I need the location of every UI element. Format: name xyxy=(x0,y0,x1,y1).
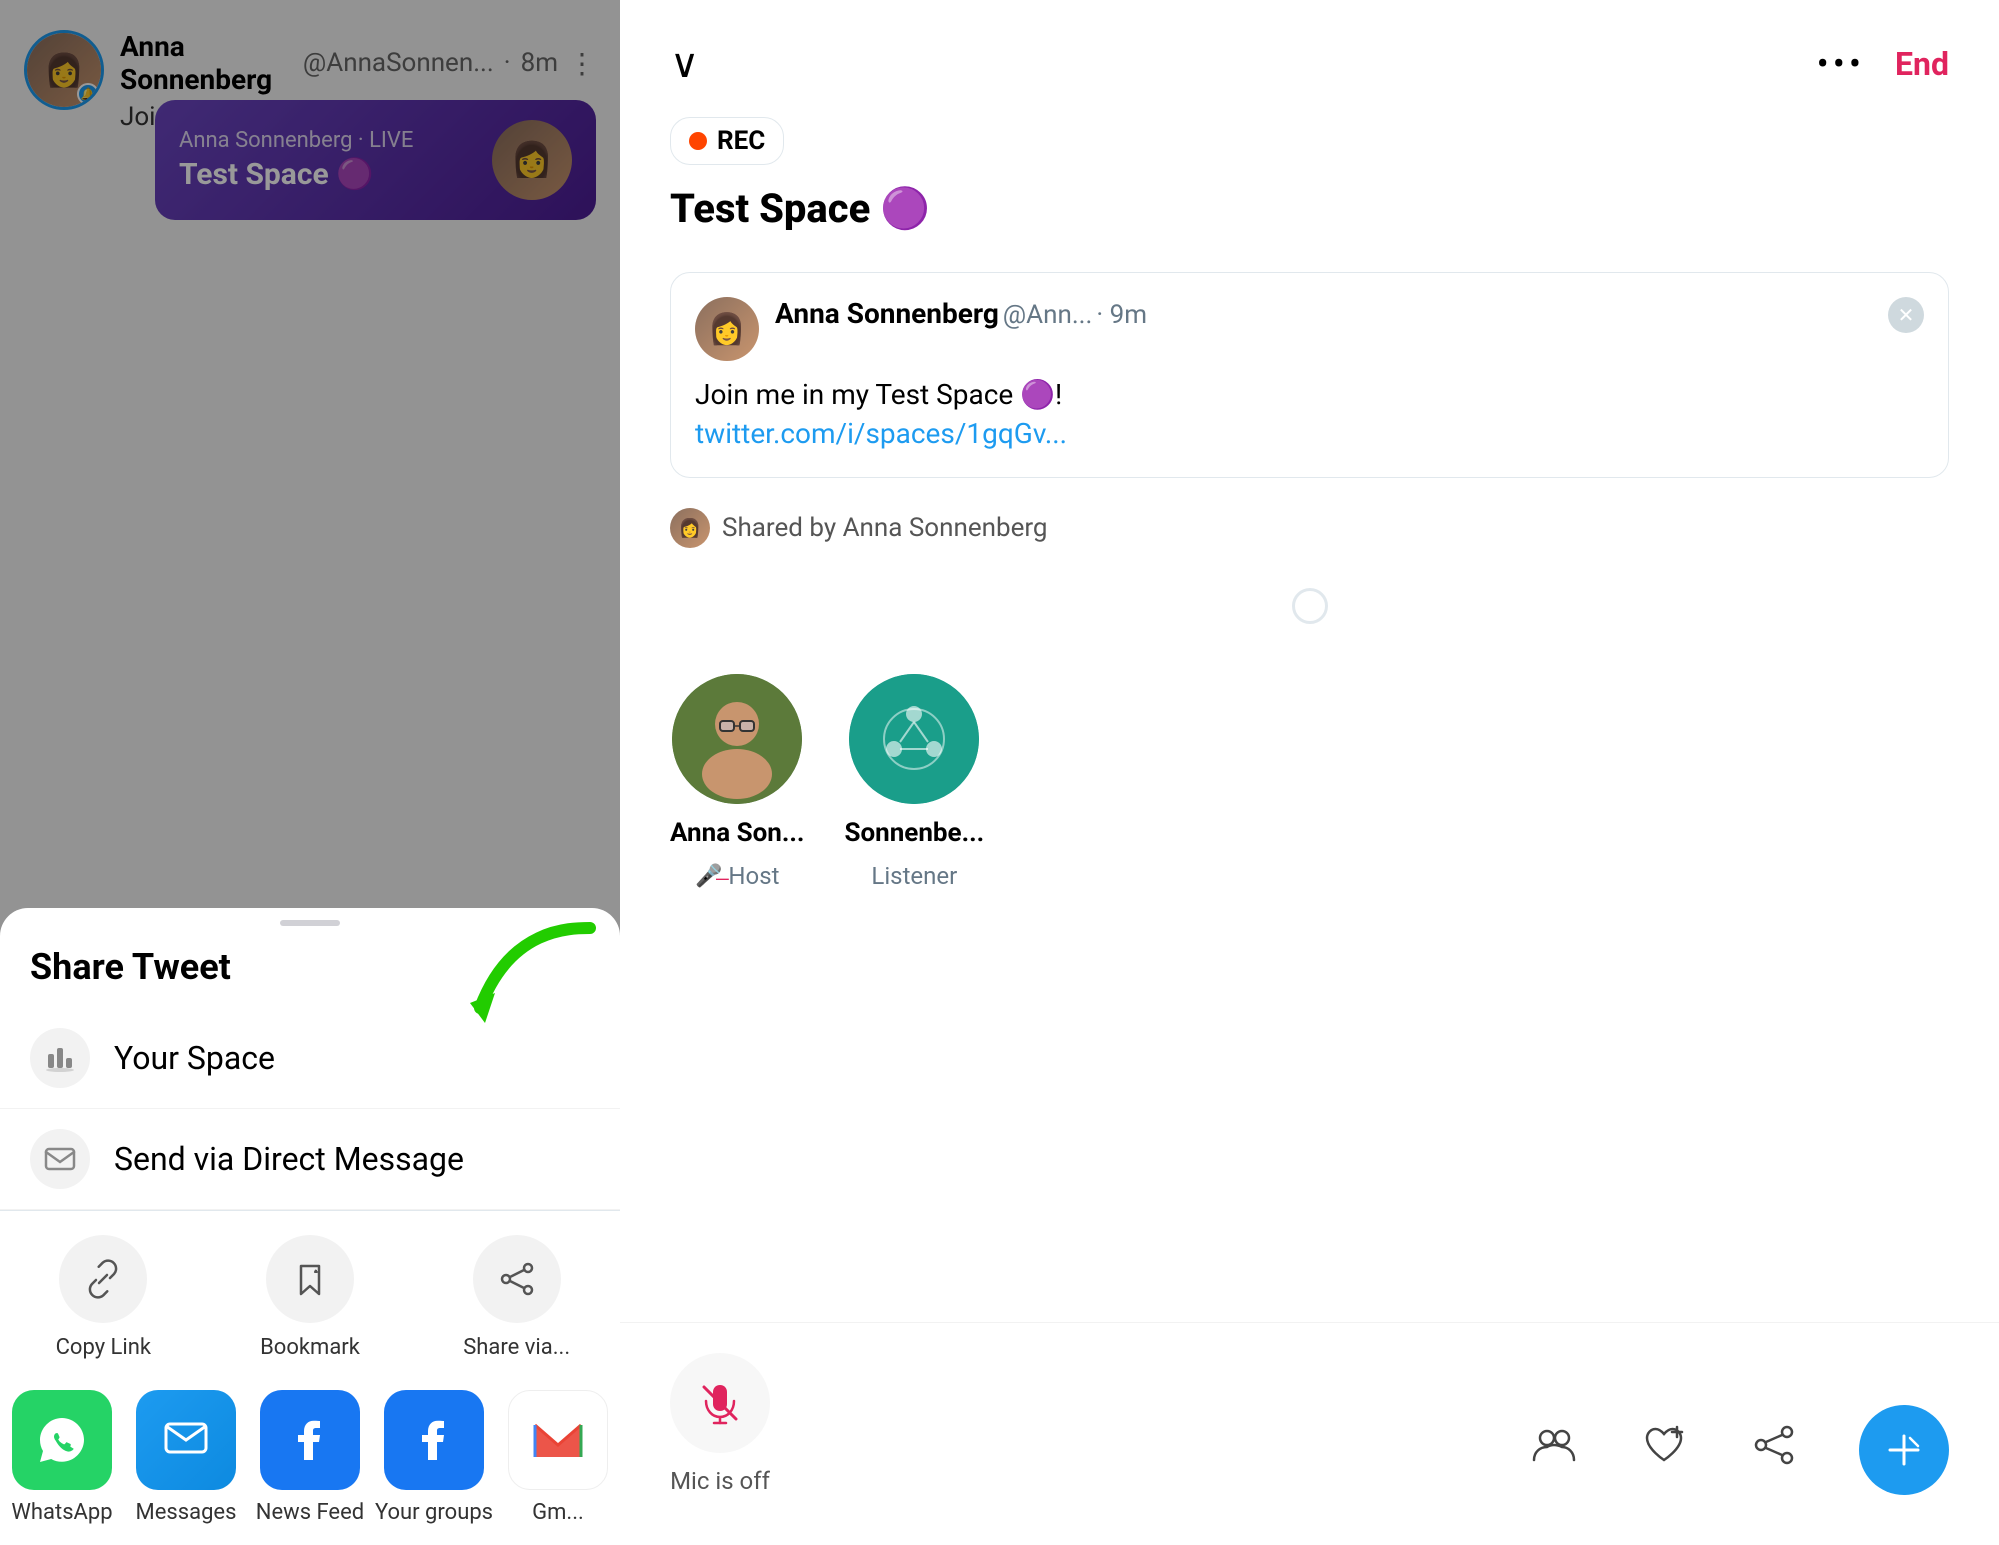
anna-avatar xyxy=(672,674,802,804)
tweet-card-avatar: 👩 xyxy=(695,297,759,361)
tweet-card-header: 👩 Anna Sonnenberg @Ann... · 9m ✕ xyxy=(695,297,1924,361)
gmail-label: Gm... xyxy=(532,1500,584,1525)
news-feed-item[interactable]: News Feed xyxy=(248,1390,372,1525)
whatsapp-item[interactable]: WhatsApp xyxy=(0,1390,124,1525)
dm-label: Send via Direct Message xyxy=(114,1140,464,1178)
anna-face xyxy=(672,674,802,804)
tweet-card-name-row: Anna Sonnenberg @Ann... · 9m xyxy=(775,297,1872,330)
tweet-card-close-button[interactable]: ✕ xyxy=(1888,297,1924,333)
tweet-card-text: Join me in my Test Space 🟣! twitter.com/… xyxy=(695,375,1924,453)
participants-section: Anna Son... 🎤̶ Host xyxy=(620,644,1999,920)
shared-by-avatar: 👩 xyxy=(670,508,710,548)
bookmark-item[interactable]: Bookmark xyxy=(207,1235,414,1360)
sonnenberg-role: Listener xyxy=(871,862,957,890)
right-panel: ∨ ••• End REC Test Space 🟣 👩 Anna Sonnen… xyxy=(620,0,1999,1545)
space-title: Test Space 🟣 xyxy=(620,175,1999,262)
icon-grid: Copy Link Bookmark xyxy=(0,1211,620,1360)
gmail-icon xyxy=(508,1390,608,1490)
your-space-option[interactable]: Your Space xyxy=(0,1008,620,1109)
chevron-down-icon[interactable]: ∨ xyxy=(670,40,699,87)
rec-dot xyxy=(689,132,707,150)
app-icons-row: WhatsApp Messages News Feed xyxy=(0,1360,620,1525)
your-space-label: Your Space xyxy=(114,1039,275,1077)
end-button[interactable]: End xyxy=(1895,45,1949,83)
anna-name: Anna Son... xyxy=(670,818,804,848)
copy-link-icon xyxy=(59,1235,147,1323)
space-header: ∨ ••• End xyxy=(620,0,1999,107)
whatsapp-label: WhatsApp xyxy=(11,1500,112,1525)
anna-role-row: 🎤̶ Host xyxy=(695,862,779,890)
tweet-card-time: 9m xyxy=(1110,300,1147,330)
sonnenberg-name: Sonnenbe... xyxy=(844,818,984,848)
tweet-card-avatar-face: 👩 xyxy=(695,297,759,361)
mic-section: Mic is off xyxy=(670,1353,770,1495)
community-icon[interactable] xyxy=(1529,1420,1579,1480)
your-space-icon xyxy=(30,1028,90,1088)
left-panel: 👩 🔔 Anna Sonnenberg @AnnaSonnen... · 8m … xyxy=(0,0,620,1545)
sheet-title: Share Tweet xyxy=(0,946,620,1008)
tweet-card-url[interactable]: twitter.com/i/spaces/1gqGv... xyxy=(695,417,1067,450)
tweet-card-sep: · xyxy=(1096,300,1109,330)
bookmark-label: Bookmark xyxy=(260,1335,360,1360)
shared-by-face: 👩 xyxy=(670,508,710,548)
mic-button[interactable] xyxy=(670,1353,770,1453)
tweet-card: 👩 Anna Sonnenberg @Ann... · 9m ✕ Join me… xyxy=(670,272,1949,478)
messages-item[interactable]: Messages xyxy=(124,1390,248,1525)
react-icon[interactable] xyxy=(1639,1420,1689,1480)
news-feed-icon xyxy=(260,1390,360,1490)
dm-icon xyxy=(30,1129,90,1189)
share-sheet: Share Tweet Your Space xyxy=(0,908,620,1545)
loading-indicator xyxy=(620,568,1999,644)
messages-label: Messages xyxy=(136,1500,237,1525)
rec-badge: REC xyxy=(670,117,784,165)
header-right: ••• End xyxy=(1817,43,1949,85)
more-options-button[interactable]: ••• xyxy=(1817,43,1865,85)
toolbar-actions xyxy=(1529,1405,1949,1495)
share-icon[interactable] xyxy=(1749,1420,1799,1480)
whatsapp-icon xyxy=(12,1390,112,1490)
gmail-item[interactable]: Gm... xyxy=(496,1390,620,1525)
sonnenberg-avatar xyxy=(849,674,979,804)
copy-link-label: Copy Link xyxy=(56,1335,151,1360)
anna-mic-muted-icon: 🎤̶ xyxy=(695,863,722,889)
your-groups-item[interactable]: Your groups xyxy=(372,1390,496,1525)
tweet-card-author: Anna Sonnenberg xyxy=(775,297,999,330)
tweet-card-handle: @Ann... xyxy=(1003,300,1093,330)
direct-message-option[interactable]: Send via Direct Message xyxy=(0,1109,620,1210)
your-groups-icon xyxy=(384,1390,484,1490)
sheet-handle xyxy=(280,920,340,926)
participant-anna: Anna Son... 🎤̶ Host xyxy=(670,674,804,890)
messages-icon xyxy=(136,1390,236,1490)
share-via-icon xyxy=(473,1235,561,1323)
compose-button[interactable] xyxy=(1859,1405,1949,1495)
news-feed-label: News Feed xyxy=(256,1500,364,1525)
space-toolbar: Mic is off xyxy=(620,1322,1999,1545)
rec-section: REC xyxy=(620,107,1999,175)
participant-sonnenberg: Sonnenbe... Listener xyxy=(844,674,984,890)
shared-by-text: Shared by Anna Sonnenberg xyxy=(722,513,1048,543)
bookmark-icon xyxy=(266,1235,354,1323)
share-via-item[interactable]: Share via... xyxy=(413,1235,620,1360)
copy-link-item[interactable]: Copy Link xyxy=(0,1235,207,1360)
mic-label: Mic is off xyxy=(670,1467,770,1495)
share-via-label: Share via... xyxy=(463,1335,570,1360)
anna-role: Host xyxy=(728,862,779,890)
rec-text: REC xyxy=(717,126,765,156)
loading-circle xyxy=(1292,588,1328,624)
your-groups-label: Your groups xyxy=(375,1500,493,1525)
shared-by-section: 👩 Shared by Anna Sonnenberg xyxy=(620,488,1999,568)
